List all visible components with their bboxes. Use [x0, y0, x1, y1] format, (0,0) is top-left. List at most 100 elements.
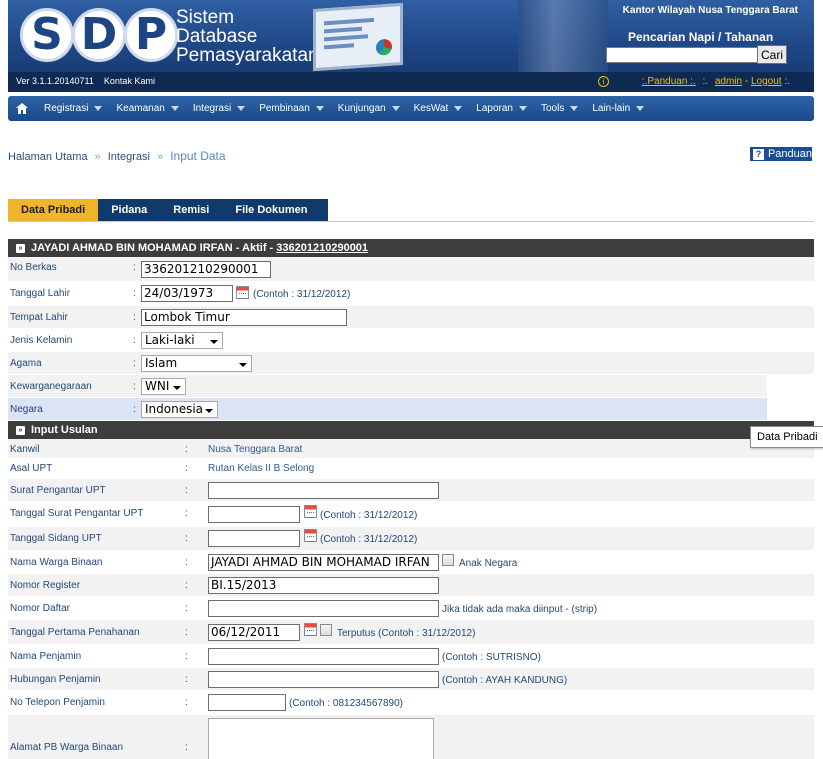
tab-pidana[interactable]: Pidana: [98, 199, 160, 221]
nama-warga-field[interactable]: JAYADI AHMAD BIN MOHAMAD IRFAN: [208, 554, 439, 571]
nomor-daftar-field[interactable]: [208, 600, 439, 617]
chevron-down-icon: [391, 106, 400, 111]
home-icon[interactable]: [8, 103, 36, 114]
nomor-register-field[interactable]: BI.15/2013: [208, 577, 439, 594]
breadcrumb: Halaman Utama » Integrasi » Input Data: [8, 149, 226, 163]
search-title: Pencarian Napi / Tahanan: [628, 30, 774, 44]
row-nomor-daftar: Nomor Daftar : Jika tidak ada maka diinp…: [8, 597, 814, 620]
section-bullet-icon: »: [16, 243, 25, 253]
calendar-icon[interactable]: [304, 529, 317, 542]
nav-item-kunjungan[interactable]: Kunjungan: [338, 103, 400, 114]
row-tanggal-sidang: Tanggal Sidang UPT : (Contoh : 31/12/201…: [8, 527, 814, 551]
panduan-button[interactable]: ? Panduan: [750, 147, 812, 161]
row-tempat-lahir: Tempat Lahir : Lombok Timur: [8, 306, 814, 329]
row-hubungan-penjamin: Hubungan Penjamin : (Contoh : AYAH KANDU…: [8, 668, 814, 691]
calendar-icon[interactable]: [304, 623, 317, 636]
agama-select[interactable]: Islam: [141, 355, 252, 372]
alamat-pb-textarea[interactable]: [208, 718, 434, 759]
breadcrumb-current: Input Data: [170, 149, 226, 163]
no-berkas-field[interactable]: 336201210290001: [141, 261, 271, 278]
nav-item-pembinaan[interactable]: Pembinaan: [259, 103, 324, 114]
chevron-down-icon: [94, 106, 103, 111]
user-links: i :.Panduan :. :. admin - Logout :.: [598, 76, 790, 87]
row-negara: Negara : Indonesia: [8, 398, 767, 421]
help-icon: ?: [753, 148, 764, 160]
row-asal-upt: Asal UPT : Rutan Kelas II B Selong: [8, 459, 814, 479]
tanggal-lahir-field[interactable]: 24/03/1973: [141, 285, 233, 302]
chevron-down-icon: [315, 106, 324, 111]
row-nama-warga: Nama Warga Binaan : JAYADI AHMAD BIN MOH…: [8, 551, 814, 574]
row-nama-penjamin: Nama Penjamin : (Contoh : SUTRISNO): [8, 645, 814, 668]
info-icon: i: [598, 76, 609, 87]
row-surat-pengantar: Surat Pengantar UPT :: [8, 479, 814, 502]
nama-penjamin-field[interactable]: [208, 648, 439, 665]
search-input[interactable]: [606, 47, 769, 63]
surat-pengantar-field[interactable]: [208, 482, 439, 499]
tooltip: Data Pribadi: [750, 426, 823, 448]
terputus-checkbox[interactable]: [320, 624, 332, 636]
nav-item-tools[interactable]: Tools: [541, 103, 579, 114]
tempat-lahir-field[interactable]: Lombok Timur: [141, 309, 347, 326]
row-nomor-register: Nomor Register : BI.15/2013: [8, 574, 814, 597]
telepon-penjamin-field[interactable]: [208, 694, 286, 711]
sdp-logo: S D P: [20, 8, 178, 64]
nav-item-laporan[interactable]: Laporan: [476, 103, 527, 114]
calendar-icon[interactable]: [236, 286, 249, 299]
hubungan-penjamin-field[interactable]: [208, 671, 439, 688]
section-bullet-icon: »: [16, 425, 25, 435]
row-alamat-pb: Alamat PB Warga Binaan :: [8, 715, 814, 759]
contact-link[interactable]: Kontak Kami: [104, 76, 155, 86]
admin-link[interactable]: admin: [715, 76, 742, 87]
personal-section-header: » JAYADI AHMAD BIN MOHAMAD IRFAN - Aktif…: [8, 239, 814, 257]
tanggal-penahanan-field[interactable]: 06/12/2011: [208, 624, 300, 641]
nav-item-keswat[interactable]: KesWat: [414, 103, 463, 114]
breadcrumb-integrasi[interactable]: Integrasi: [108, 151, 150, 163]
kantor-label: Kantor Wilayah Nusa Tenggara Barat: [622, 5, 798, 16]
row-jenis-kelamin: Jenis Kelamin : Laki-laki: [8, 329, 814, 352]
logo-letter-d: D: [72, 8, 126, 62]
record-id-link[interactable]: 336201210290001: [276, 242, 368, 254]
anak-negara-checkbox[interactable]: [442, 554, 454, 566]
logo-letter-s: S: [20, 8, 74, 62]
chevron-down-icon: [210, 340, 218, 344]
jenis-kelamin-select[interactable]: Laki-laki: [141, 332, 223, 349]
app-title: Sistem Database Pemasyarakatan: [176, 8, 319, 65]
app-title-line: Database: [176, 26, 258, 47]
kanwil-value: Nusa Tenggara Barat: [208, 444, 303, 455]
row-tanggal-surat: Tanggal Surat Pengantar UPT : (Contoh : …: [8, 502, 814, 527]
nav-item-lain-lain[interactable]: Lain-lain: [592, 103, 645, 114]
usulan-section-header: » Input Usulan: [8, 421, 814, 439]
row-agama: Agama : Islam: [8, 352, 814, 375]
tab-remisi[interactable]: Remisi: [160, 199, 222, 221]
negara-select[interactable]: Indonesia: [141, 401, 218, 418]
search-button[interactable]: Cari: [757, 45, 787, 64]
tab-bar: Data Pribadi Pidana Remisi File Dokumen: [8, 199, 328, 221]
monitor-illustration: [313, 2, 403, 72]
version-info: Ver 3.1.1.20140711 Kontak Kami: [16, 76, 155, 86]
tab-data-pribadi[interactable]: Data Pribadi: [8, 199, 99, 221]
nav-item-registrasi[interactable]: Registrasi: [44, 103, 103, 114]
chevron-down-icon: [237, 106, 246, 111]
nav-item-keamanan[interactable]: Keamanan: [116, 103, 179, 114]
chevron-down-icon: [518, 106, 527, 111]
row-no-berkas: No Berkas : 336201210290001: [8, 257, 814, 282]
chevron-down-icon: [170, 106, 179, 111]
nav-item-integrasi[interactable]: Integrasi: [193, 103, 246, 114]
app-title-line: Sistem: [176, 7, 235, 28]
calendar-icon[interactable]: [304, 505, 317, 518]
chevron-down-icon: [205, 409, 213, 413]
row-tanggal-lahir: Tanggal Lahir : 24/03/1973 (Contoh : 31/…: [8, 282, 814, 306]
panduan-link[interactable]: :.Panduan :.: [642, 76, 696, 87]
tab-file-dokumen[interactable]: File Dokumen: [222, 199, 320, 221]
breadcrumb-home[interactable]: Halaman Utama: [8, 151, 87, 163]
row-kanwil: Kanwil : Nusa Tenggara Barat: [8, 439, 814, 459]
asal-upt-value: Rutan Kelas II B Selong: [208, 463, 315, 474]
row-telepon-penjamin: No Telepon Penjamin : (Contoh : 08123456…: [8, 691, 814, 715]
chevron-down-icon: [454, 106, 463, 111]
app-title-line: Pemasyarakatan: [176, 45, 319, 66]
row-kewarganegaraan: Kewarganegaraan : WNI: [8, 375, 767, 398]
kewarganegaraan-select[interactable]: WNI: [141, 378, 186, 395]
tanggal-sidang-field[interactable]: [208, 530, 300, 547]
logout-link[interactable]: Logout: [751, 76, 782, 87]
tanggal-surat-field[interactable]: [208, 506, 300, 523]
